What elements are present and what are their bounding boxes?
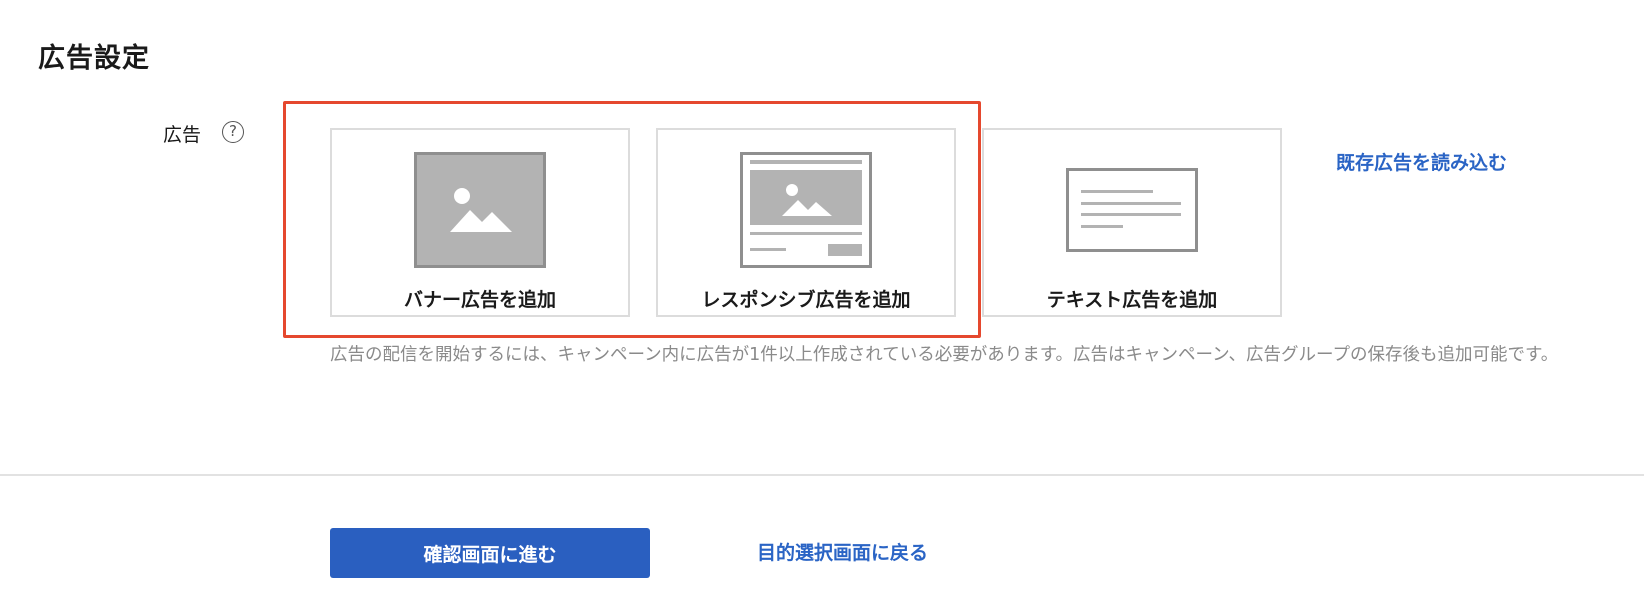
section-divider [0,474,1644,476]
ad-requirement-note: 広告の配信を開始するには、キャンペーン内に広告が1件以上作成されている必要があり… [330,345,1559,365]
question-circle-icon[interactable]: ? [222,121,244,143]
add-banner-ad-label: バナー広告を追加 [403,289,556,311]
responsive-ad-icon [740,152,872,272]
text-ad-icon [1066,168,1198,256]
proceed-to-confirm-button[interactable]: 確認画面に進む [330,528,650,578]
ad-field-label: 広告 [163,124,202,146]
back-to-objective-link[interactable]: 目的選択画面に戻る [757,538,928,565]
load-existing-ads-link[interactable]: 既存広告を読み込む [1336,148,1507,175]
add-banner-ad-card[interactable]: バナー広告を追加 [330,128,630,317]
section-title: 広告設定 [38,43,150,74]
add-text-ad-card[interactable]: テキスト広告を追加 [982,128,1282,317]
add-text-ad-label: テキスト広告を追加 [1046,289,1218,311]
banner-image-icon [414,152,546,272]
add-responsive-ad-label: レスポンシブ広告を追加 [701,289,911,311]
add-responsive-ad-card[interactable]: レスポンシブ広告を追加 [656,128,956,317]
